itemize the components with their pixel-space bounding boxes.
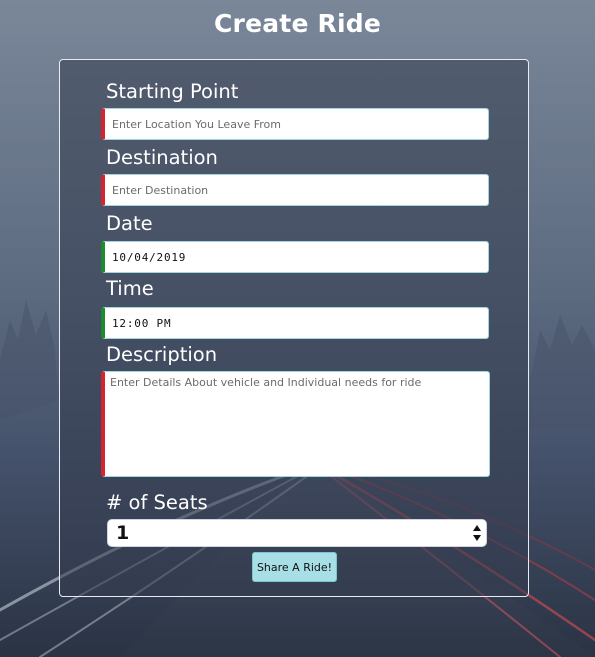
page-title: Create Ride — [214, 9, 381, 38]
date-label: Date — [106, 212, 153, 235]
description-textarea[interactable] — [101, 371, 490, 477]
date-input[interactable] — [101, 241, 489, 273]
starting-point-input[interactable] — [101, 108, 489, 140]
seats-label: # of Seats — [106, 491, 208, 514]
share-a-ride-button[interactable]: Share A Ride! — [252, 552, 337, 582]
destination-input[interactable] — [101, 174, 489, 206]
starting-point-label: Starting Point — [106, 80, 239, 103]
time-input[interactable] — [101, 307, 489, 339]
seats-select[interactable]: 1 — [107, 519, 487, 547]
time-label: Time — [106, 277, 154, 300]
up-down-arrows-icon — [473, 525, 481, 541]
create-ride-form: Starting Point Destination Date Time Des… — [59, 59, 529, 597]
description-label: Description — [106, 343, 218, 366]
destination-label: Destination — [106, 146, 218, 169]
seats-selected-value: 1 — [116, 522, 130, 544]
